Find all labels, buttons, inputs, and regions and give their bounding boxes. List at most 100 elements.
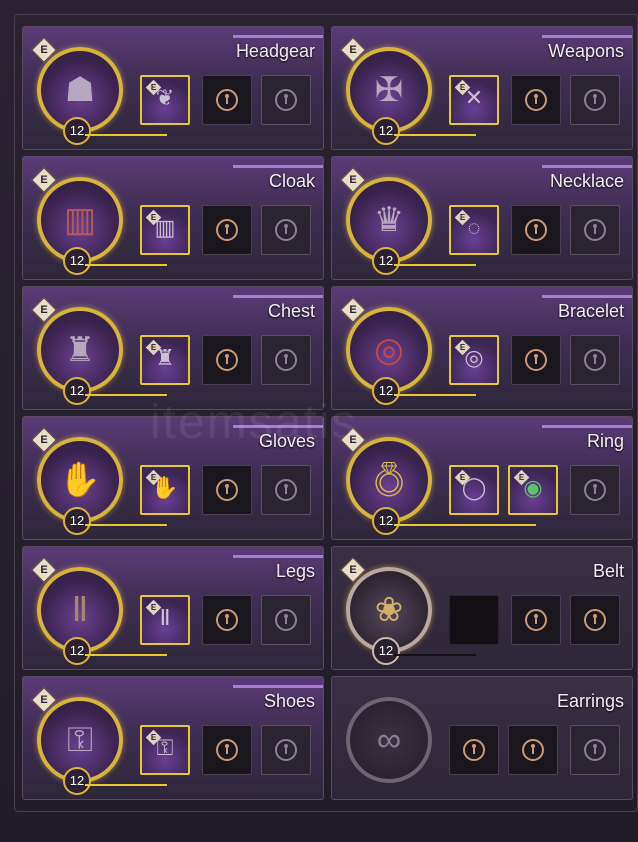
link-line (85, 264, 167, 266)
feather-icon: ❦ (155, 85, 175, 110)
lock-icon (275, 479, 297, 501)
equipped-slot[interactable]: E ◎ (449, 335, 499, 385)
slot-title: Chest (267, 301, 315, 321)
level-badge: 12 (63, 117, 91, 145)
level-badge: 12 (372, 377, 400, 405)
slot-card-earrings[interactable]: Earrings ∞ (331, 676, 633, 800)
link-line (394, 134, 476, 136)
locked-slot[interactable] (570, 75, 620, 125)
lock-icon (216, 89, 238, 111)
lock-icon (584, 89, 606, 111)
watermark: itemsatis (150, 396, 358, 449)
level-badge: 12 (372, 247, 400, 275)
link-line (85, 524, 167, 526)
slot-title: Weapons (548, 41, 624, 61)
equipped-slot[interactable]: E ◌ (449, 205, 499, 255)
locked-slot[interactable] (202, 335, 252, 385)
locked-slot[interactable] (261, 595, 311, 645)
equipped-slot[interactable]: E ✋ (140, 465, 190, 515)
locked-slot[interactable] (202, 75, 252, 125)
slot-title: Bracelet (557, 301, 624, 321)
slot-card-weapons[interactable]: Weapons ✠ E 12 E ✕ (331, 26, 633, 150)
level-badge: 12 (63, 637, 91, 665)
locked-slot[interactable] (261, 465, 311, 515)
locked-slot[interactable] (570, 465, 620, 515)
level-badge: 12 (372, 117, 400, 145)
ring-icon: ◯ (461, 475, 487, 500)
lock-icon (525, 219, 547, 241)
chest-armor-icon: ♜ (155, 345, 175, 370)
lock-icon (584, 349, 606, 371)
locked-slot[interactable] (511, 595, 561, 645)
lock-icon (275, 89, 297, 111)
empty-slot[interactable] (449, 595, 499, 645)
slot-card-headgear[interactable]: Headgear ☗ E 12 E ❦ (22, 26, 324, 150)
link-line (394, 524, 536, 526)
locked-slot[interactable] (202, 205, 252, 255)
slot-card-necklace[interactable]: Necklace ♛ E 12 E ◌ (331, 156, 633, 280)
equipped-slot[interactable]: E ▥ (140, 205, 190, 255)
locked-slot[interactable] (511, 335, 561, 385)
slot-card-shoes[interactable]: Shoes ⚿ E 12 E ⚿ (22, 676, 324, 800)
locked-slot[interactable] (570, 205, 620, 255)
equipped-slot[interactable]: E ⚿ (140, 725, 190, 775)
title-accent-bar (233, 555, 323, 558)
slot-card-belt[interactable]: Belt ❀ E 12 (331, 546, 633, 670)
equipped-slot-secondary[interactable]: E ◉ (508, 465, 558, 515)
lock-icon (216, 219, 238, 241)
locked-slot[interactable] (261, 75, 311, 125)
lock-icon (275, 739, 297, 761)
locked-slot[interactable] (570, 335, 620, 385)
locked-slot[interactable] (511, 205, 561, 255)
equipped-slot[interactable]: E ♜ (140, 335, 190, 385)
locked-slot[interactable] (202, 465, 252, 515)
locked-slot[interactable] (261, 205, 311, 255)
lock-icon (525, 89, 547, 111)
pants-icon: Ⅱ (159, 605, 171, 630)
slot-card-chest[interactable]: Chest ♜ E 12 E ♜ (22, 286, 324, 410)
locked-slot[interactable] (449, 725, 499, 775)
level-badge: 12 (63, 767, 91, 795)
slot-title: Necklace (549, 171, 624, 191)
slot-title: Ring (586, 431, 624, 451)
locked-slot[interactable] (511, 75, 561, 125)
equipped-slot[interactable]: E ❦ (140, 75, 190, 125)
lock-icon (584, 479, 606, 501)
lock-icon (216, 609, 238, 631)
slot-card-ring[interactable]: Ring 💍︎ E 12 E ◯ E ◉ (331, 416, 633, 540)
locked-slot[interactable] (202, 725, 252, 775)
level-badge: 12 (63, 507, 91, 535)
slot-card-bracelet[interactable]: Bracelet ◎ E 12 E ◎ (331, 286, 633, 410)
title-accent-bar (233, 35, 323, 38)
glove-icon: ✋ (151, 475, 179, 500)
locked-slot[interactable] (570, 595, 620, 645)
equipped-slot[interactable]: EⅡ (140, 595, 190, 645)
locked-slot[interactable] (261, 725, 311, 775)
lock-icon (584, 739, 606, 761)
link-line (394, 654, 476, 656)
cloak-icon: ▥ (154, 215, 176, 240)
slot-title: Earrings (556, 691, 624, 711)
locked-slot[interactable] (261, 335, 311, 385)
locked-slot[interactable] (508, 725, 558, 775)
slot-card-legs[interactable]: Legs Ⅱ E 12 EⅡ (22, 546, 324, 670)
slot-title: Legs (275, 561, 315, 581)
crossbow-icon: ✕ (464, 85, 484, 110)
link-line (85, 134, 167, 136)
level-badge: 12 (372, 637, 400, 665)
earrings-icon[interactable]: ∞ (346, 697, 432, 783)
level-badge: 12 (63, 247, 91, 275)
link-line (85, 654, 167, 656)
locked-slot[interactable] (570, 725, 620, 775)
equipped-slot[interactable]: E ✕ (449, 75, 499, 125)
link-line (85, 784, 167, 786)
equipped-slot[interactable]: E ◯ (449, 465, 499, 515)
lock-icon (216, 739, 238, 761)
link-line (394, 394, 476, 396)
bracelet-icon: ◎ (464, 345, 484, 370)
locked-slot[interactable] (202, 595, 252, 645)
title-accent-bar (542, 35, 632, 38)
gem-ring-icon: ◉ (523, 475, 543, 500)
title-accent-bar (542, 165, 632, 168)
slot-card-cloak[interactable]: Cloak ▥ E 12 E ▥ (22, 156, 324, 280)
